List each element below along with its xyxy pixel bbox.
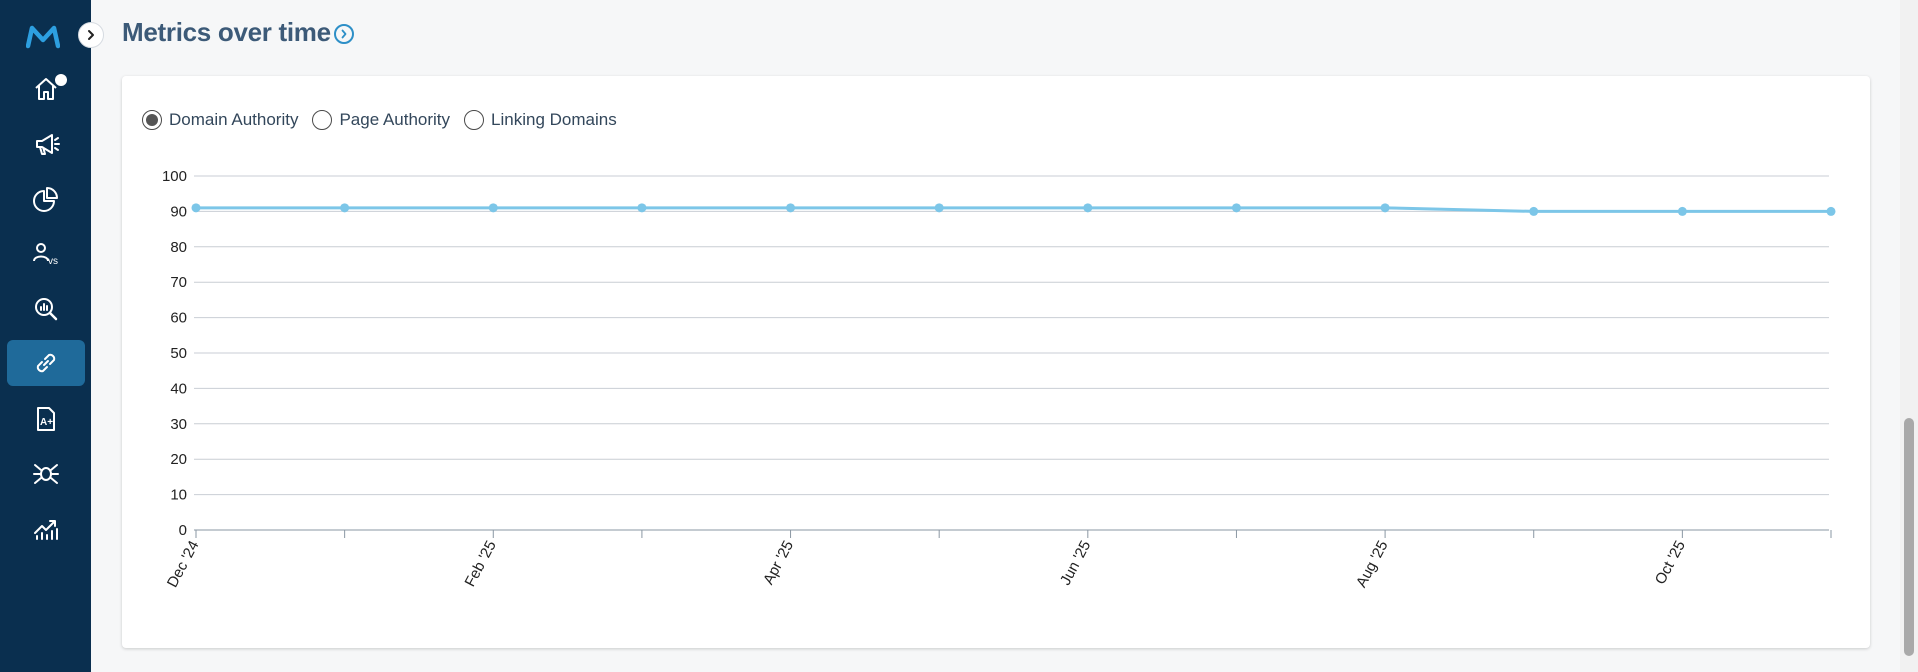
svg-text:vs: vs: [48, 256, 58, 267]
x-tick-label: Aug '25: [1353, 538, 1392, 590]
moz-logo-icon[interactable]: [26, 24, 60, 50]
series-line: [196, 206, 1831, 213]
y-tick-label: 40: [170, 380, 187, 397]
metrics-card: Domain Authority Page Authority Linking …: [122, 76, 1870, 648]
data-point: [934, 203, 944, 213]
data-point: [1231, 203, 1241, 213]
x-tick-label: Oct '25: [1652, 538, 1689, 588]
data-point: [1529, 206, 1539, 216]
chevron-right-icon: [88, 30, 94, 40]
y-tick-label: 60: [170, 310, 187, 327]
x-tick-label: Apr '25: [760, 538, 797, 588]
data-point: [340, 203, 350, 213]
trending-chart-icon: [34, 520, 58, 540]
y-tick-label: 70: [170, 274, 187, 291]
data-point: [1380, 203, 1390, 213]
y-tick-label: 0: [179, 522, 187, 539]
megaphone-icon: [36, 134, 60, 155]
data-point: [637, 203, 647, 213]
scrollbar-thumb[interactable]: [1904, 418, 1914, 656]
y-tick-label: 50: [170, 345, 187, 362]
sidebar-item-competitors[interactable]: vs: [7, 231, 85, 277]
data-point: [1826, 206, 1836, 216]
sidebar-collapse-button[interactable]: [78, 22, 104, 48]
pie-chart-icon: [33, 187, 58, 212]
sidebar-item-campaigns[interactable]: [7, 121, 85, 167]
metrics-line-chart: 0 10 20 30 40 50 60 70 80 90 100 Dec '24 Feb '25 Apr …: [162, 168, 1836, 590]
user-vs-icon: vs: [33, 243, 58, 267]
title-help-button[interactable]: [334, 24, 354, 44]
link-icon: [36, 353, 56, 373]
y-tick-label: 80: [170, 239, 187, 256]
x-tick-label: Dec '24: [164, 538, 203, 590]
sidebar-item-research[interactable]: [7, 286, 85, 332]
data-point: [191, 203, 201, 213]
search-analytics-icon: [35, 298, 58, 321]
y-tick-label: 90: [170, 203, 187, 220]
x-tick-label: Jun '25: [1057, 538, 1095, 588]
page-title: Metrics over time: [122, 17, 331, 47]
sidebar-item-rankings[interactable]: [7, 505, 85, 551]
y-tick-label: 10: [170, 487, 187, 504]
chevron-right-circle-icon: [341, 29, 347, 39]
document-grade-icon: A+: [37, 407, 55, 431]
sidebar-item-home[interactable]: [7, 66, 85, 112]
spider-icon: [33, 464, 59, 484]
data-point: [786, 203, 796, 213]
sidebar-item-on-page-grader[interactable]: A+: [7, 396, 85, 442]
sidebar-item-site-crawl[interactable]: [7, 450, 85, 496]
scrollbar[interactable]: [1900, 0, 1918, 672]
data-point: [1677, 206, 1687, 216]
y-tick-label: 100: [162, 168, 187, 185]
svg-text:A+: A+: [40, 417, 53, 428]
sidebar-item-links[interactable]: [7, 340, 85, 386]
y-tick-label: 20: [170, 451, 187, 468]
sidebar-item-analytics[interactable]: [7, 176, 85, 222]
x-tick-label: Feb '25: [462, 538, 500, 590]
y-tick-label: 30: [170, 416, 187, 433]
data-point: [488, 203, 498, 213]
data-point: [1083, 203, 1093, 213]
sidebar: vs A+: [0, 0, 91, 672]
notification-dot: [55, 74, 67, 86]
